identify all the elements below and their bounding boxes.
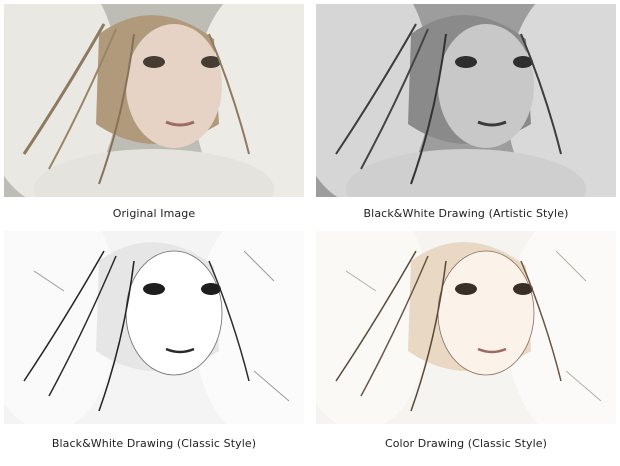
caption-color-classic: Color Drawing (Classic Style) [384,437,548,450]
gallery-item-bw-classic: Black&White Drawing (Classic Style) [4,231,304,461]
gallery-item-color-classic: Color Drawing (Classic Style) [316,231,616,461]
original-image [4,4,304,197]
caption-bw-classic: Black&White Drawing (Classic Style) [51,437,257,450]
color-classic-image [316,231,616,424]
gallery-item-bw-artistic: Black&White Drawing (Artistic Style) [316,4,616,230]
comparison-gallery: Original Image Black&White Drawing (Arti… [0,0,620,466]
gallery-item-original: Original Image [4,4,304,230]
bw-classic-image [4,231,304,424]
bw-artistic-image [316,4,616,197]
caption-original: Original Image [112,207,196,220]
caption-bw-artistic: Black&White Drawing (Artistic Style) [363,207,569,220]
